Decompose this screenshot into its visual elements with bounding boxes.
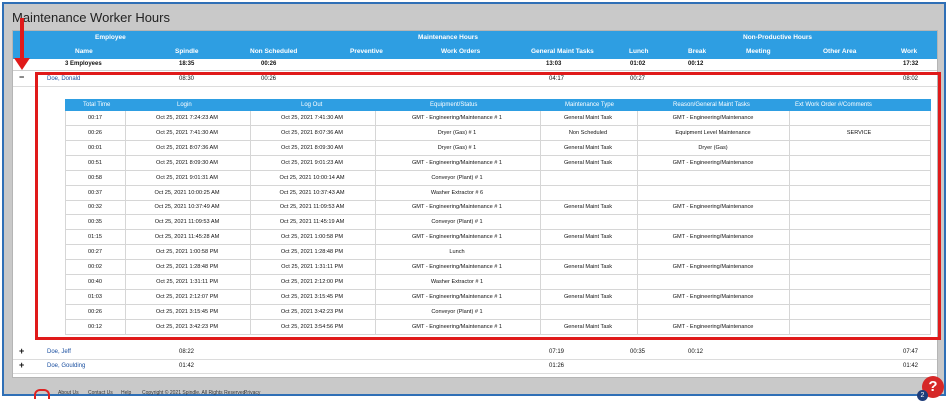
col-spindle[interactable]: Spindle bbox=[175, 48, 198, 55]
col-other-area[interactable]: Other Area bbox=[823, 48, 856, 55]
col-break[interactable]: Break bbox=[688, 48, 706, 55]
app-window: Maintenance Worker Hours Employee Mainte… bbox=[2, 2, 946, 401]
spindle-value: 01:42 bbox=[179, 363, 195, 369]
total-general: 13:03 bbox=[546, 61, 562, 67]
general-value: 07:19 bbox=[549, 349, 565, 355]
arrow-head bbox=[14, 58, 30, 70]
col-meeting[interactable]: Meeting bbox=[746, 48, 771, 55]
group-maintenance-hours: Maintenance Hours bbox=[418, 34, 478, 41]
col-preventive[interactable]: Preventive bbox=[350, 48, 383, 55]
col-general-maint-tasks[interactable]: General Maint Tasks bbox=[531, 48, 594, 55]
break-value: 00:12 bbox=[688, 349, 704, 355]
employee-name-link[interactable]: Doe, Goulding bbox=[47, 363, 85, 369]
privacy-link[interactable]: Privacy bbox=[244, 390, 260, 396]
group-non-productive-hours: Non-Productive Hours bbox=[743, 34, 812, 41]
col-lunch[interactable]: Lunch bbox=[629, 48, 649, 55]
report-header: Employee Maintenance Hours Non-Productiv… bbox=[13, 31, 937, 59]
work-value: 01:42 bbox=[903, 363, 919, 369]
highlight-box bbox=[35, 72, 941, 340]
expand-toggle[interactable]: + bbox=[19, 346, 24, 356]
col-name[interactable]: Name bbox=[75, 48, 93, 55]
about-link[interactable]: About Us bbox=[58, 390, 79, 396]
general-value: 01:26 bbox=[549, 363, 565, 369]
notification-badge[interactable]: 2 bbox=[917, 390, 928, 401]
col-work[interactable]: Work bbox=[901, 48, 917, 55]
total-spindle: 18:35 bbox=[179, 61, 195, 67]
footer: About Us Contact Us Help Copyright © 202… bbox=[12, 388, 912, 398]
spindle-value: 08:22 bbox=[179, 349, 195, 355]
contact-link[interactable]: Contact Us bbox=[88, 390, 113, 396]
col-work-orders[interactable]: Work Orders bbox=[441, 48, 480, 55]
col-non-scheduled[interactable]: Non Scheduled bbox=[250, 48, 297, 55]
table-row: + Doe, Goulding 01:42 01:26 01:42 bbox=[13, 360, 937, 374]
table-row: + Doe, Jeff 08:22 07:19 00:35 00:12 07:4… bbox=[13, 346, 937, 360]
page-title: Maintenance Worker Hours bbox=[12, 10, 170, 25]
work-value: 07:47 bbox=[903, 349, 919, 355]
lunch-value: 00:35 bbox=[630, 349, 646, 355]
help-link[interactable]: Help bbox=[121, 390, 131, 396]
total-lunch: 01:02 bbox=[630, 61, 646, 67]
group-employee: Employee bbox=[95, 34, 126, 41]
collapse-toggle[interactable]: − bbox=[19, 72, 24, 82]
copyright-text: Copyright © 2021 Spindle. All Rights Res… bbox=[142, 390, 247, 396]
total-non-scheduled: 00:26 bbox=[261, 61, 277, 67]
employee-name-link[interactable]: Doe, Jeff bbox=[47, 349, 71, 355]
total-work: 17:32 bbox=[903, 61, 919, 67]
employee-count: 3 Employees bbox=[65, 61, 102, 67]
expand-toggle[interactable]: + bbox=[19, 360, 24, 370]
totals-row: 3 Employees 18:35 00:26 13:03 01:02 00:1… bbox=[13, 59, 937, 71]
arrow-indicator bbox=[20, 18, 24, 60]
total-break: 00:12 bbox=[688, 61, 704, 67]
